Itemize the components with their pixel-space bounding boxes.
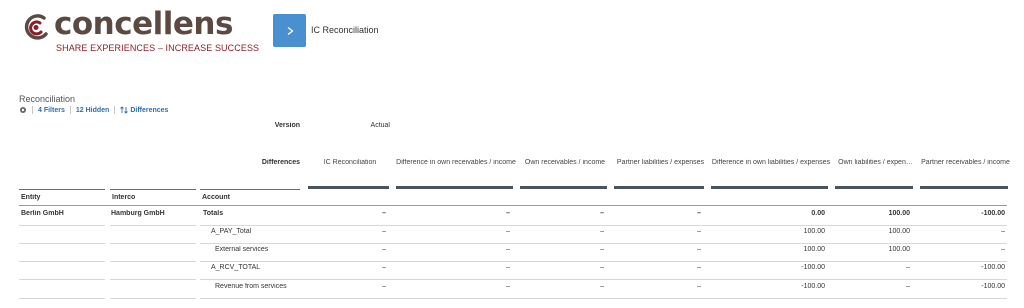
- header-divider: [19, 205, 1007, 206]
- table-cell-value: –: [382, 210, 386, 217]
- dimension-header: Account: [202, 194, 230, 201]
- table-cell-value: –: [506, 246, 510, 253]
- table-cell-value: –: [697, 283, 701, 290]
- table-cell-value: –: [382, 246, 386, 253]
- table-cell-value: -100.00: [981, 264, 1005, 271]
- table-cell-value: –: [506, 210, 510, 217]
- row-account: External services: [215, 246, 269, 253]
- reconciliation-table: Version Actual Differences IC Reconcilia…: [0, 0, 1024, 308]
- row-divider: [19, 298, 105, 299]
- table-cell-value: -100.00: [801, 283, 825, 290]
- table-cell-value: –: [1001, 228, 1005, 235]
- dimension-header-line: [200, 189, 300, 190]
- table-cell-value: –: [906, 264, 910, 271]
- table-cell-value: –: [600, 246, 604, 253]
- dimension-header-line: [110, 189, 196, 190]
- column-header: Partner receivables / income: [921, 159, 1010, 166]
- row-divider: [110, 225, 196, 226]
- table-cell-value: –: [600, 228, 604, 235]
- differences-label: Differences: [261, 159, 300, 166]
- table-cell-value: –: [697, 246, 701, 253]
- column-header: Difference in own liabilities / expenses: [711, 159, 831, 166]
- table-cell-value: 100.00: [888, 210, 910, 217]
- row-divider: [110, 243, 196, 244]
- version-label: Version: [274, 122, 300, 129]
- table-cell-value: 100.00: [888, 246, 910, 253]
- column-header: Own receivables / income: [524, 159, 606, 166]
- version-value: Actual: [370, 122, 390, 129]
- row-account: Revenue from services: [215, 283, 287, 290]
- table-cell-value: 100.00: [888, 228, 910, 235]
- row-divider: [200, 225, 1007, 226]
- row-divider: [110, 261, 196, 262]
- dimension-header: Interco: [112, 194, 136, 201]
- row-divider: [200, 279, 1007, 280]
- table-cell-value: –: [382, 228, 386, 235]
- column-header-bar: [396, 186, 513, 189]
- table-cell-value: 100.00: [803, 228, 825, 235]
- table-cell-value: –: [600, 210, 604, 217]
- table-cell-value: –: [382, 264, 386, 271]
- row-divider: [19, 261, 105, 262]
- column-header: Partner liabilities / expenses: [616, 159, 705, 166]
- table-cell-value: -100.00: [981, 283, 1005, 290]
- row-interco: Hamburg GmbH: [111, 210, 165, 217]
- column-header-bar: [920, 186, 1008, 189]
- table-cell-value: –: [697, 228, 701, 235]
- column-header-bar: [835, 186, 913, 189]
- row-entity: Berlin GmbH: [21, 210, 64, 217]
- table-cell-value: 100.00: [803, 246, 825, 253]
- column-header: Own liabilities / expen…: [838, 159, 913, 166]
- row-divider: [19, 225, 105, 226]
- row-divider: [19, 279, 105, 280]
- table-cell-value: –: [506, 228, 510, 235]
- row-divider: [110, 298, 196, 299]
- column-header: IC Reconciliation: [323, 159, 377, 166]
- table-cell-value: –: [506, 264, 510, 271]
- table-cell-value: -100.00: [801, 264, 825, 271]
- row-divider: [200, 261, 1007, 262]
- dimension-header: Entity: [21, 194, 41, 201]
- row-account: Totals: [203, 210, 224, 217]
- row-divider: [200, 298, 1007, 299]
- table-cell-value: –: [600, 283, 604, 290]
- table-cell-value: -100.00: [981, 210, 1005, 217]
- table-cell-value: –: [1001, 246, 1005, 253]
- table-cell-value: –: [382, 283, 386, 290]
- table-cell-value: –: [697, 210, 701, 217]
- table-cell-value: –: [506, 283, 510, 290]
- row-account: A_PAY_Total: [211, 228, 252, 235]
- dimension-header-line: [19, 189, 105, 190]
- column-header-bar: [711, 186, 828, 189]
- row-account: A_RCV_TOTAL: [211, 264, 261, 271]
- row-divider: [110, 279, 196, 280]
- column-header-bar: [614, 186, 704, 189]
- table-cell-value: 0.00: [811, 210, 825, 217]
- row-divider: [200, 243, 1007, 244]
- column-header-bar: [520, 186, 607, 189]
- column-header-bar: [308, 186, 389, 189]
- table-cell-value: –: [906, 283, 910, 290]
- column-header: Difference in own receivables / income: [396, 159, 516, 166]
- table-cell-value: –: [600, 264, 604, 271]
- row-divider: [19, 243, 105, 244]
- table-cell-value: –: [697, 264, 701, 271]
